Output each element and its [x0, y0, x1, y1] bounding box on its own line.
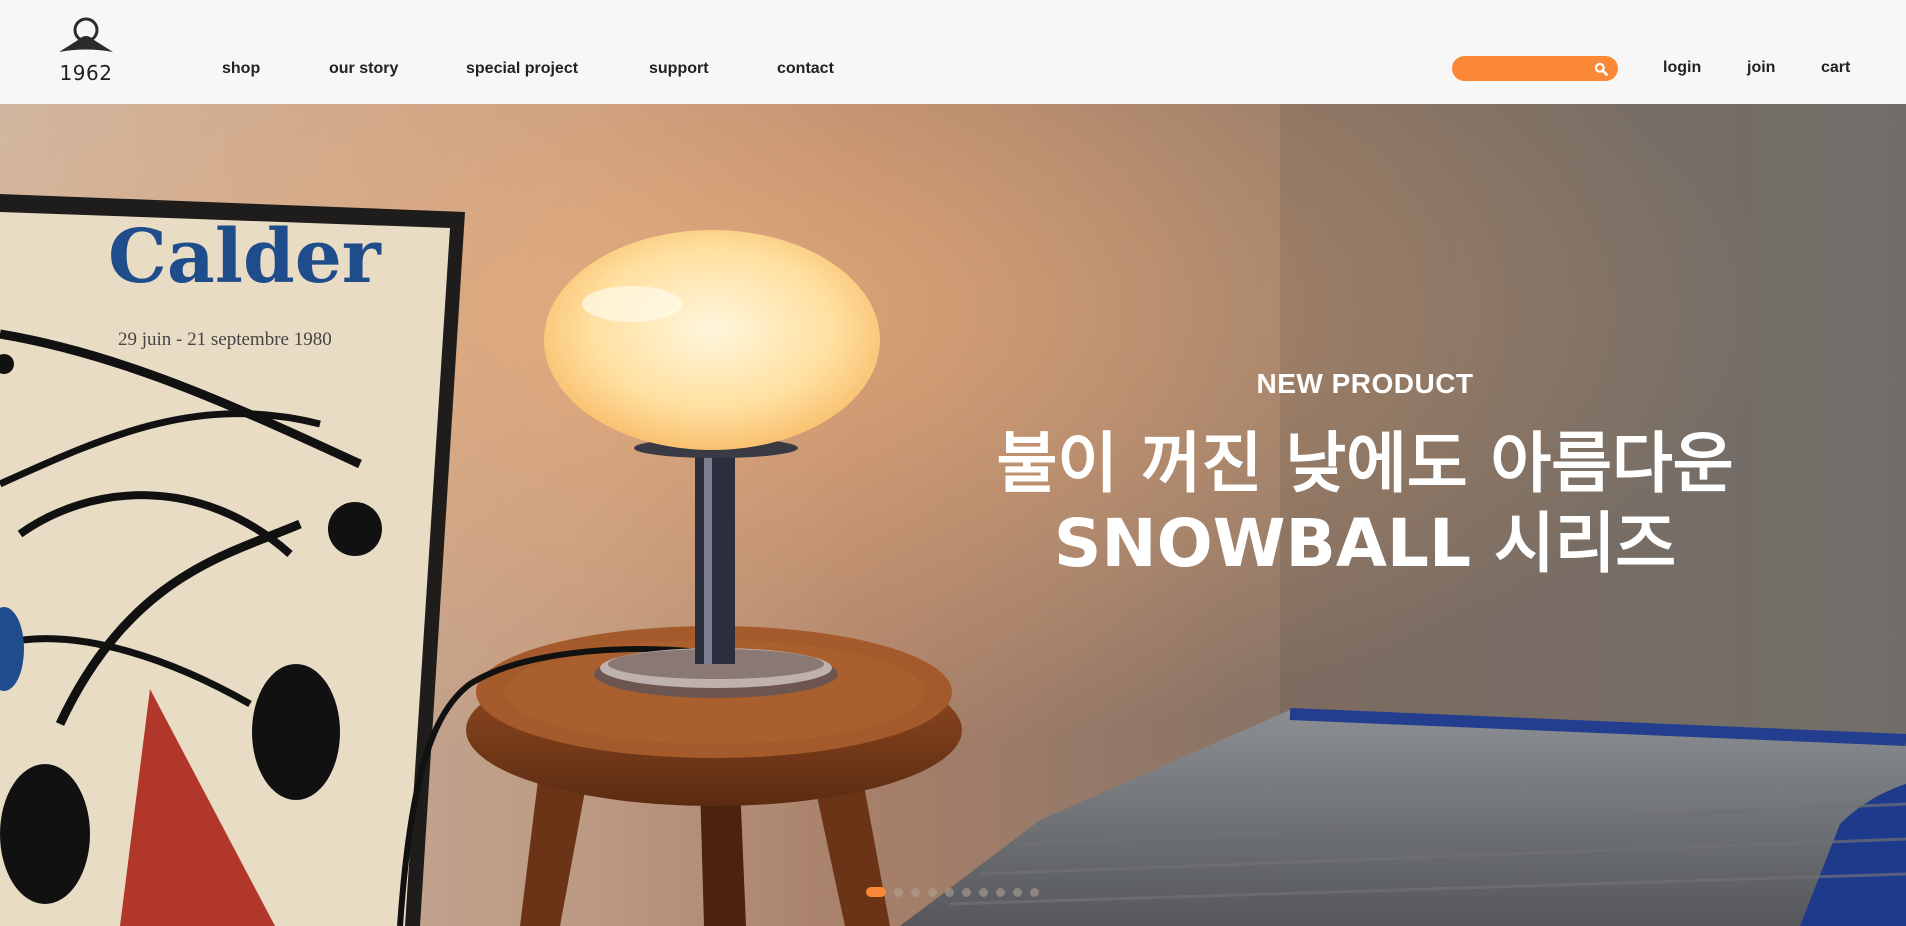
- poster-date: 29 juin - 21 septembre 1980: [118, 329, 332, 350]
- slide-dot-5[interactable]: [945, 887, 954, 897]
- hero-banner[interactable]: Calder 29 juin - 21 septembre 1980 NEW P…: [0, 104, 1906, 926]
- hero-title-line2: SNOWBALL 시리즈: [1053, 505, 1677, 582]
- slider-pagination: [866, 887, 1047, 897]
- lamp-logo-icon: [59, 17, 113, 52]
- nav-our-story[interactable]: our story: [329, 58, 398, 80]
- slide-dot-2[interactable]: [894, 887, 903, 897]
- slide-dot-6[interactable]: [962, 887, 971, 897]
- nav-shop[interactable]: shop: [222, 58, 260, 80]
- join-link[interactable]: join: [1747, 57, 1775, 79]
- cart-link[interactable]: cart: [1821, 57, 1850, 79]
- hero-title-line1: 불이 꺼진 낮에도 아름다운: [996, 425, 1734, 502]
- hero-subtitle: NEW PRODUCT: [1256, 368, 1474, 399]
- search-bar: [1452, 56, 1618, 81]
- login-link[interactable]: login: [1663, 57, 1701, 79]
- brand-logo[interactable]: 1962: [56, 16, 116, 88]
- slide-dot-3[interactable]: [911, 887, 920, 897]
- slide-dot-4[interactable]: [928, 887, 937, 897]
- site-header: 1962 shop our story special project supp…: [0, 0, 1906, 104]
- logo-text: 1962: [59, 61, 113, 85]
- slide-dot-1[interactable]: [866, 887, 886, 897]
- nav-support[interactable]: support: [649, 58, 709, 80]
- slide-dot-9[interactable]: [1013, 887, 1022, 897]
- nav-special-project[interactable]: special project: [466, 58, 578, 80]
- nav-contact[interactable]: contact: [777, 58, 834, 80]
- hero-title: 불이 꺼진 낮에도 아름다운 SNOWBALL 시리즈: [980, 424, 1750, 584]
- poster-title: Calder: [108, 214, 382, 300]
- search-icon[interactable]: [1594, 62, 1608, 76]
- slide-dot-10[interactable]: [1030, 887, 1039, 897]
- slide-dot-8[interactable]: [996, 887, 1005, 897]
- slide-dot-7[interactable]: [979, 887, 988, 897]
- hero-copy: NEW PRODUCT 불이 꺼진 낮에도 아름다운 SNOWBALL 시리즈: [980, 366, 1750, 584]
- search-input[interactable]: [1464, 56, 1590, 81]
